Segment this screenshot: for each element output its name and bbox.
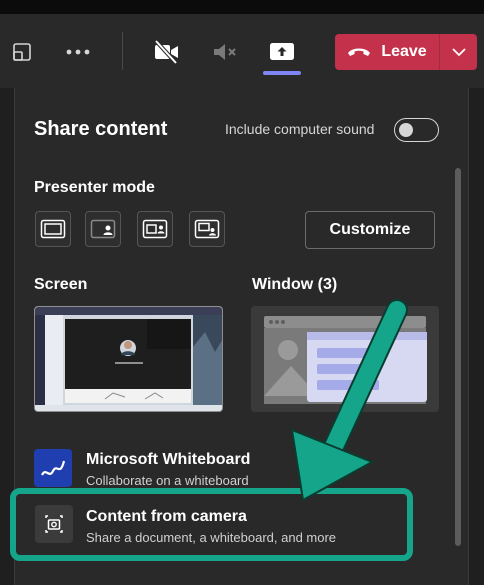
share-tray-icon xyxy=(270,43,294,60)
mic-button[interactable] xyxy=(208,36,240,68)
toggle-knob xyxy=(399,122,413,137)
whiteboard-title[interactable]: Microsoft Whiteboard xyxy=(86,451,250,469)
window-thumbnail[interactable] xyxy=(251,306,439,412)
chevron-down-icon xyxy=(451,47,466,56)
screen-preview-image xyxy=(35,307,222,411)
leave-button[interactable]: Leave xyxy=(335,34,477,70)
window-heading: Window (3) xyxy=(252,276,338,293)
mic-off-icon xyxy=(214,44,236,60)
more-options-icon xyxy=(66,49,90,55)
window-preview-icon xyxy=(251,306,439,412)
screen-heading: Screen xyxy=(34,276,88,293)
content-only-icon xyxy=(40,219,66,239)
mode-reporter[interactable] xyxy=(189,211,225,247)
screen-thumbnail[interactable] xyxy=(34,306,223,412)
share-active-indicator xyxy=(263,71,301,75)
camera-off-icon xyxy=(154,39,178,65)
customize-button[interactable]: Customize xyxy=(305,211,435,249)
annotation-highlight-box xyxy=(10,488,413,561)
mode-standout[interactable] xyxy=(85,211,121,247)
meeting-toolbar: Leave xyxy=(0,14,484,88)
mode-side-by-side[interactable] xyxy=(137,211,173,247)
presenter-mode-heading: Presenter mode xyxy=(34,179,155,196)
panel-title: Share content xyxy=(34,118,168,140)
mode-content-only[interactable] xyxy=(35,211,71,247)
include-sound-toggle[interactable] xyxy=(394,118,439,142)
more-options-button[interactable] xyxy=(62,38,94,66)
leave-label: Leave xyxy=(381,43,427,60)
hangup-icon xyxy=(348,48,371,56)
panel-scrollbar[interactable] xyxy=(455,168,461,546)
whiteboard-icon xyxy=(34,449,72,487)
side-by-side-icon xyxy=(142,219,168,239)
reporter-icon xyxy=(194,219,220,239)
include-sound-label: Include computer sound xyxy=(225,121,375,137)
standout-icon xyxy=(90,219,116,239)
share-tray-button[interactable] xyxy=(266,36,298,66)
toolbar-divider xyxy=(122,32,123,70)
view-icon xyxy=(13,43,31,61)
whiteboard-subtitle: Collaborate on a whiteboard xyxy=(86,473,249,488)
whiteboard-app-icon xyxy=(34,449,72,487)
view-button[interactable] xyxy=(8,38,36,66)
leave-main-button[interactable]: Leave xyxy=(335,34,439,70)
camera-button[interactable] xyxy=(150,36,182,68)
leave-options-button[interactable] xyxy=(440,34,477,70)
window-top-strip xyxy=(0,0,484,14)
